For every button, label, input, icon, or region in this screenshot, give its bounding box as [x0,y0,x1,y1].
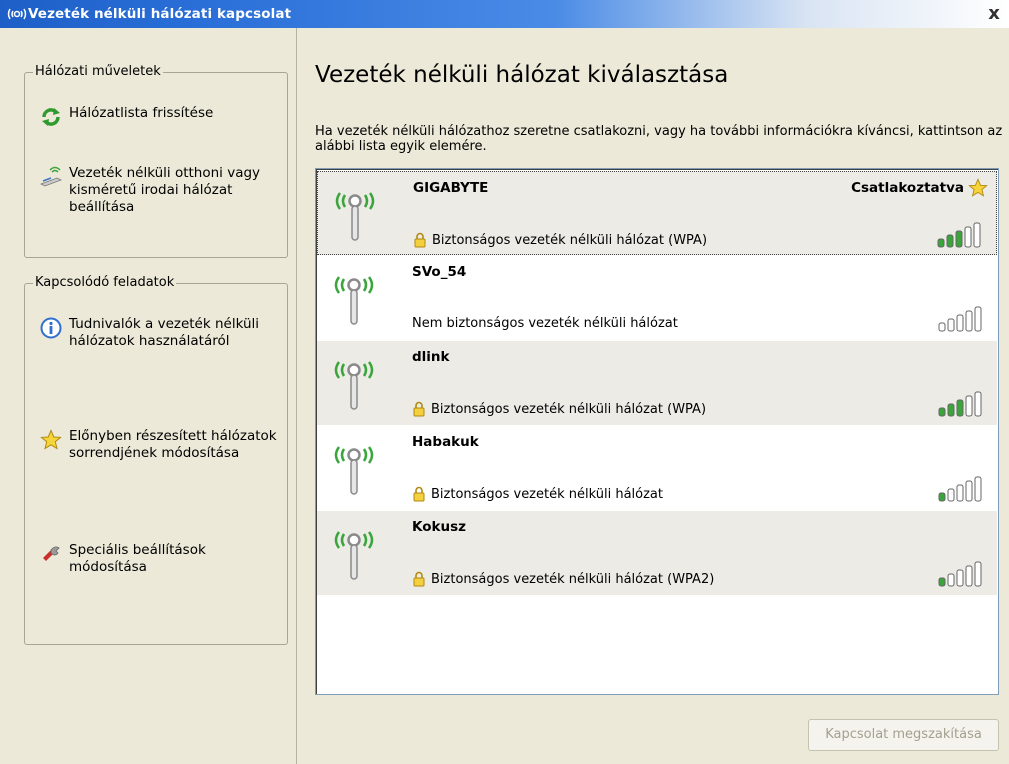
page-title: Vezeték nélküli hálózat kiválasztása [315,62,729,88]
network-security-label: Biztonságos vezeték nélküli hálózat (WPA… [431,401,707,417]
network-security: Biztonságos vezeték nélküli hálózat (WPA… [412,401,706,417]
close-button[interactable]: x [983,3,1005,25]
wireless-antenna-icon [329,353,379,413]
lock-icon [412,571,426,587]
refresh-network-list-link[interactable]: Hálózatlista frissítése [39,105,279,129]
learn-wireless-link[interactable]: Tudnivalók a vezeték nélküli hálózatok h… [39,316,279,350]
main-pane: Vezeték nélküli hálózat kiválasztása Ha … [298,28,1009,764]
intro-text: Ha vezeték nélküli hálózathoz szeretne c… [315,124,1003,154]
network-row[interactable]: SVo_54 Nem biztonságos vezeték nélküli há… [317,256,997,340]
network-tasks-group: Hálózati műveletek Hálózatlista frissíté… [24,64,288,258]
network-row[interactable]: dlink Biztonságos vezeték nélküli hálózat… [317,341,997,425]
signal-strength-icon [937,391,987,417]
signal-strength-icon [936,222,986,248]
network-row[interactable]: GIGABYTE Biztonságos vezeték nélküli háló… [317,171,997,255]
network-security-label: Biztonságos vezeték nélküli hálózat (WPA… [431,571,715,587]
advanced-settings-icon [39,542,63,566]
learn-wireless-label: Tudnivalók a vezeték nélküli hálózatok h… [69,316,260,349]
network-row[interactable]: Kokusz Biztonságos vezeték nélküli hálóza… [317,511,997,595]
advanced-settings-link[interactable]: Speciális beállítások módosítása [39,542,279,576]
lock-icon [412,486,426,502]
network-row[interactable]: Habakuk Biztonságos vezeték nélküli hálóz… [317,426,997,510]
network-ssid: Kokusz [412,519,466,535]
network-ssid: GIGABYTE [413,180,489,196]
wireless-antenna-icon [329,438,379,498]
setup-wireless-network-label: Vezeték nélküli otthoni vagy kisméretű i… [69,165,261,215]
window-title: Vezeték nélküli hálózati kapcsolat [28,6,292,22]
preferred-star-icon [968,178,988,198]
connection-status: Csatlakoztatva [851,180,964,196]
network-ssid: Habakuk [412,434,479,450]
advanced-settings-label: Speciális beállítások módosítása [69,542,206,575]
disconnect-button[interactable]: Kapcsolat megszakítása [808,719,999,751]
network-list: GIGABYTE Biztonságos vezeték nélküli háló… [315,168,999,695]
network-ssid: dlink [412,349,450,365]
wireless-antenna-icon [330,184,380,244]
signal-strength-icon [937,561,987,587]
network-security-label: Nem biztonságos vezeték nélküli hálózat [412,316,678,331]
network-ssid: SVo_54 [412,264,467,280]
wireless-antenna-icon [329,268,379,328]
refresh-network-list-label: Hálózatlista frissítése [69,105,214,121]
network-security: Nem biztonságos vezeték nélküli hálózat [412,316,678,331]
signal-strength-icon [937,476,987,502]
wireless-antenna-icon [329,523,379,583]
setup-wireless-network-link[interactable]: Vezeték nélküli otthoni vagy kisméretű i… [39,165,279,216]
network-security-label: Biztonságos vezeték nélküli hálózat [431,486,663,502]
network-security-label: Biztonságos vezeték nélküli hálózat (WPA… [432,232,708,248]
wireless-network-icon [6,5,28,23]
related-tasks-title: Kapcsolódó feladatok [33,275,177,290]
lock-icon [412,401,426,417]
star-icon [39,428,63,452]
network-security: Biztonságos vezeték nélküli hálózat [412,486,663,502]
close-icon: x [988,3,1000,24]
wireless-setup-icon [39,165,63,189]
task-pane: Hálózati műveletek Hálózatlista frissíté… [0,28,297,764]
lock-icon [413,232,427,248]
refresh-icon [39,105,63,129]
related-tasks-group: Kapcsolódó feladatok Tudnivalók a vezeté… [24,275,288,645]
change-preferred-order-link[interactable]: Előnyben részesített hálózatok sorrendjé… [39,428,279,462]
network-tasks-title: Hálózati műveletek [33,64,163,79]
network-security: Biztonságos vezeték nélküli hálózat (WPA… [413,232,707,248]
network-security: Biztonságos vezeték nélküli hálózat (WPA… [412,571,714,587]
info-icon [39,316,63,340]
signal-strength-icon [937,306,987,332]
title-bar: Vezeték nélküli hálózati kapcsolat x [0,0,1009,28]
change-preferred-order-label: Előnyben részesített hálózatok sorrendjé… [69,428,277,461]
